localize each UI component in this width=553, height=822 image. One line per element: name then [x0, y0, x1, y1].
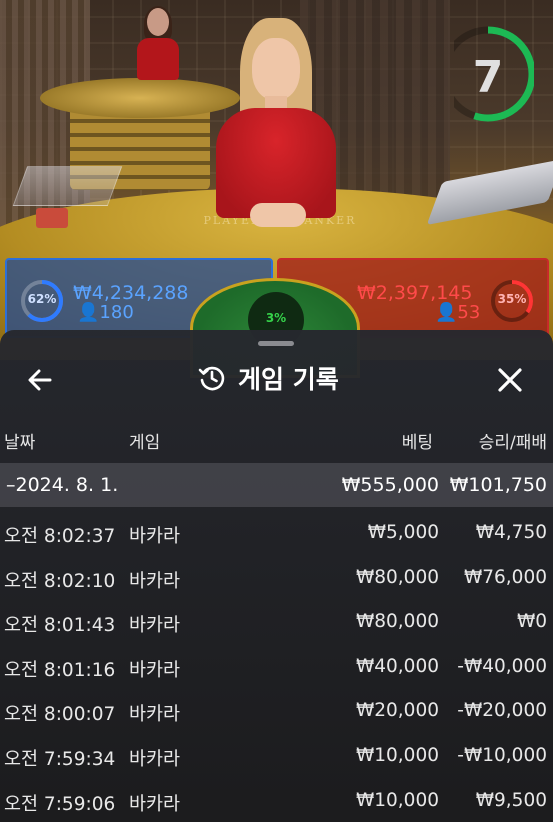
- history-row[interactable]: 오전 7:59:06 바카라 ₩10,000 ₩9,500: [0, 780, 553, 822]
- sheet-drag-handle[interactable]: [258, 341, 294, 346]
- row-time: 오전 8:02:10: [4, 570, 116, 592]
- column-header-game: 게임: [129, 433, 161, 453]
- row-time: 오전 8:01:16: [4, 659, 116, 681]
- banker-percent: 35%: [497, 292, 527, 306]
- banker-percent-ring: 35%: [489, 278, 535, 324]
- player-percent: 62%: [27, 292, 57, 306]
- game-history-sheet: 게임 기록 날짜 게임 베팅 승리/패배 –2024. 8. 1. ₩555,0…: [0, 330, 553, 822]
- row-result: ₩76,000: [463, 566, 547, 588]
- person-icon: 👤: [435, 302, 458, 323]
- dealer: [210, 18, 340, 233]
- close-button[interactable]: [492, 362, 528, 398]
- back-button[interactable]: [22, 362, 58, 398]
- history-clock-icon: [198, 366, 225, 391]
- row-result: ₩4,750: [475, 522, 547, 543]
- history-list: 오전 8:02:37 바카라 ₩5,000 ₩4,750 오전 8:02:10 …: [0, 512, 553, 822]
- row-time: 오전 8:01:43: [4, 615, 116, 637]
- row-bet: ₩5,000: [367, 522, 439, 543]
- row-game: 바카라: [129, 748, 181, 770]
- background-dealer: [135, 6, 181, 80]
- history-row[interactable]: 오전 8:01:16 바카라 ₩40,000 -₩40,000: [0, 646, 553, 691]
- date-group-row[interactable]: –2024. 8. 1. ₩555,000 ₩101,750: [0, 463, 553, 507]
- date-group-date: –2024. 8. 1.: [6, 474, 119, 496]
- date-group-result-total: ₩101,750: [449, 474, 547, 496]
- countdown-timer: 7: [454, 22, 534, 126]
- history-row[interactable]: 오전 8:01:43 바카라 ₩80,000 ₩0: [0, 601, 553, 646]
- banker-bettor-count: 👤53: [435, 302, 481, 323]
- history-row[interactable]: 오전 8:02:10 바카라 ₩80,000 ₩76,000: [0, 557, 553, 602]
- column-header-bet: 베팅: [401, 433, 433, 453]
- row-result: ₩9,500: [475, 789, 547, 811]
- player-percent-ring: 62%: [19, 278, 65, 324]
- column-header-date: 날짜: [4, 433, 36, 453]
- row-bet: ₩80,000: [355, 611, 439, 633]
- row-time: 오전 8:02:37: [4, 526, 116, 547]
- row-time: 오전 7:59:34: [4, 748, 116, 770]
- row-bet: ₩40,000: [355, 655, 439, 677]
- row-game: 바카라: [129, 659, 181, 681]
- history-row[interactable]: 오전 8:02:37 바카라 ₩5,000 ₩4,750: [0, 512, 553, 557]
- row-bet: ₩10,000: [355, 744, 439, 766]
- row-game: 바카라: [129, 704, 181, 726]
- sheet-title: 게임 기록: [238, 365, 339, 394]
- row-game: 바카라: [129, 793, 181, 815]
- sheet-header: 게임 기록: [198, 360, 339, 396]
- row-game: 바카라: [129, 526, 181, 547]
- playing-cards: [36, 208, 68, 228]
- date-group-bet-total: ₩555,000: [341, 474, 439, 496]
- player-bet-amount: ₩4,234,288: [73, 282, 189, 304]
- row-bet: ₩20,000: [355, 700, 439, 722]
- player-bettor-count: 👤180: [77, 302, 134, 323]
- countdown-value: 7: [472, 52, 504, 103]
- row-result: -₩20,000: [457, 700, 547, 722]
- tie-percent: 3%: [265, 311, 287, 325]
- row-time: 오전 8:00:07: [4, 704, 116, 726]
- row-game: 바카라: [129, 615, 181, 637]
- person-icon: 👤: [77, 302, 100, 323]
- history-row[interactable]: 오전 8:00:07 바카라 ₩20,000 -₩20,000: [0, 690, 553, 735]
- row-bet: ₩80,000: [355, 566, 439, 588]
- card-tray: [12, 166, 123, 206]
- row-result: -₩40,000: [457, 655, 547, 677]
- row-time: 오전 7:59:06: [4, 793, 116, 815]
- row-result: -₩10,000: [457, 744, 547, 766]
- row-result: ₩0: [516, 611, 547, 633]
- arrow-left-icon: [28, 369, 52, 391]
- history-row[interactable]: 오전 7:59:34 바카라 ₩10,000 -₩10,000: [0, 735, 553, 780]
- close-icon: [498, 368, 522, 392]
- row-game: 바카라: [129, 570, 181, 592]
- banker-bet-amount: ₩2,397,145: [357, 282, 473, 304]
- row-bet: ₩10,000: [355, 789, 439, 811]
- column-header-result: 승리/패배: [478, 433, 547, 453]
